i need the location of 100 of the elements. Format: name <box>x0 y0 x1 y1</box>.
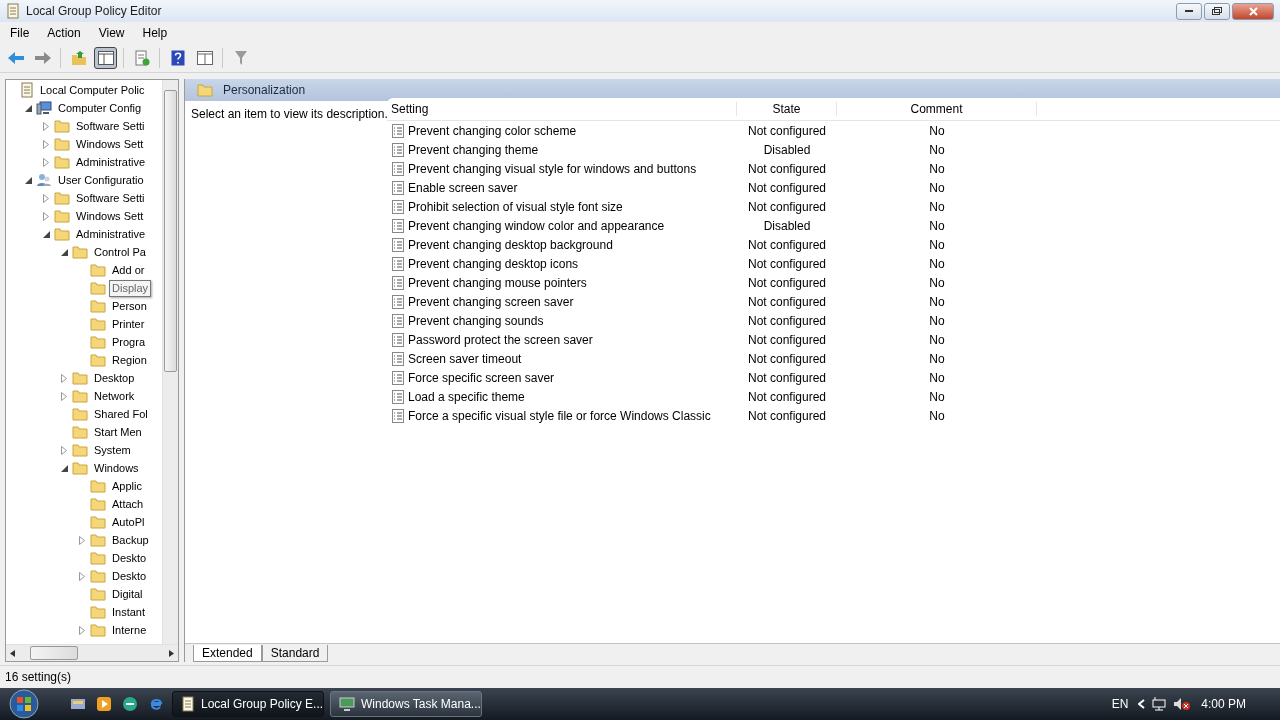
view-tab[interactable]: Extended <box>193 645 262 662</box>
tree-item[interactable]: Software Setti <box>73 117 148 135</box>
folder-icon <box>72 389 88 403</box>
taskbar-button[interactable]: Local Group Policy E... <box>172 691 324 717</box>
folder-icon <box>72 245 88 259</box>
tree-item-tooltip[interactable]: Display <box>109 279 152 297</box>
toolbar-button[interactable] <box>94 47 117 69</box>
tree-item[interactable]: Windows Sett <box>73 135 147 153</box>
tree-item[interactable]: Start Men <box>91 423 145 441</box>
setting-icon <box>392 237 404 252</box>
scroll-right-icon[interactable] <box>169 649 174 657</box>
tree-item[interactable]: Administrative <box>73 225 149 243</box>
menu-item[interactable]: File <box>4 26 36 40</box>
media-player-button[interactable] <box>94 694 114 714</box>
tree-item[interactable]: Printer <box>109 315 148 333</box>
view-icon <box>196 51 213 65</box>
tree-item[interactable]: Network <box>91 387 138 405</box>
tree-item[interactable]: Shared Fol <box>91 405 151 423</box>
setting-icon <box>392 123 404 138</box>
comment-cell-text: No <box>928 199 946 214</box>
collapsed-arrow-icon[interactable] <box>61 445 67 455</box>
tree-item[interactable]: Progra <box>109 333 149 351</box>
forward-arrow-icon <box>33 51 52 65</box>
vertical-scrollbar[interactable] <box>162 80 178 644</box>
column-header[interactable]: State <box>737 102 837 116</box>
state-cell-text: Not configured <box>746 199 827 214</box>
column-header[interactable]: Comment <box>837 102 1037 116</box>
state-cell-text: Not configured <box>746 313 827 328</box>
column-header[interactable]: Setting <box>387 102 737 116</box>
tree-item[interactable]: Digital <box>109 585 146 603</box>
tree-item[interactable]: Deskto <box>109 567 150 585</box>
tree-item[interactable]: Interne <box>109 621 150 639</box>
switch-windows-button[interactable] <box>120 694 140 714</box>
minimize-button[interactable] <box>1176 2 1202 20</box>
setting-name: Prevent changing color scheme <box>408 123 577 138</box>
scroll-icon <box>181 696 195 712</box>
clock[interactable]: 4:00 PM <box>1201 697 1246 711</box>
tree-item[interactable]: Local Computer Polic <box>37 81 148 99</box>
tree-item[interactable]: Desktop <box>91 369 138 387</box>
collapsed-arrow-icon[interactable] <box>43 139 49 149</box>
description-text: Select an item to view its description. <box>191 107 388 121</box>
taskbar-button[interactable]: Windows Task Mana... <box>330 691 482 717</box>
folder-icon <box>90 299 106 313</box>
language-indicator[interactable]: EN <box>1111 697 1129 711</box>
chevron-icon[interactable] <box>1138 699 1146 709</box>
expanded-arrow-icon[interactable] <box>60 248 68 256</box>
expanded-arrow-icon[interactable] <box>60 464 68 472</box>
menu-item[interactable]: View <box>92 26 131 40</box>
folder-icon <box>72 407 88 421</box>
tree-item[interactable]: Deskto <box>109 549 150 567</box>
circle-icon <box>122 696 138 712</box>
tree-item[interactable]: Add or <box>109 261 148 279</box>
collapsed-arrow-icon[interactable] <box>79 571 85 581</box>
tree-item[interactable]: Applic <box>109 477 145 495</box>
setting-name: Prevent changing desktop background <box>408 237 613 252</box>
collapsed-arrow-icon[interactable] <box>43 121 49 131</box>
minimize-icon <box>1185 10 1193 12</box>
restore-button[interactable] <box>1204 2 1230 20</box>
menu-item[interactable]: Action <box>41 26 87 40</box>
tree-item[interactable]: System <box>91 441 134 459</box>
tree-item[interactable]: Attach <box>109 495 147 513</box>
collapsed-arrow-icon[interactable] <box>43 157 49 167</box>
setting-name: Force specific screen saver <box>408 370 555 385</box>
setting-name: Prevent changing visual style for windows and buttons <box>408 161 697 176</box>
collapsed-arrow-icon[interactable] <box>43 211 49 221</box>
collapsed-arrow-icon[interactable] <box>79 625 85 635</box>
horizontal-scrollbar[interactable] <box>6 644 178 661</box>
tree-item[interactable]: Windows <box>91 459 142 477</box>
network-icon[interactable] <box>1151 697 1168 711</box>
muted-speaker-icon[interactable] <box>1173 697 1192 711</box>
expanded-arrow-icon[interactable] <box>42 230 50 238</box>
scroll-left-icon[interactable] <box>10 649 15 657</box>
tree-item[interactable]: Backup <box>109 531 152 549</box>
collapsed-arrow-icon[interactable] <box>61 391 67 401</box>
setting-name: Enable screen saver <box>408 180 518 195</box>
tree-item[interactable]: Person <box>109 297 150 315</box>
tree-item[interactable]: Computer Config <box>55 99 145 117</box>
expanded-arrow-icon[interactable] <box>24 176 32 184</box>
tree-item[interactable]: Instant <box>109 603 149 621</box>
collapsed-arrow-icon[interactable] <box>61 373 67 383</box>
tree-item[interactable]: Windows Sett <box>73 207 147 225</box>
folder-icon <box>54 155 70 169</box>
folder-icon <box>72 461 88 475</box>
collapsed-arrow-icon[interactable] <box>43 193 49 203</box>
collapsed-arrow-icon[interactable] <box>79 535 85 545</box>
tree-item[interactable]: User Configuratio <box>55 171 147 189</box>
tree-item[interactable]: Administrative <box>73 153 149 171</box>
state-cell-text: Disabled <box>762 142 812 157</box>
tree-item[interactable]: Software Setti <box>73 189 148 207</box>
menu-item[interactable]: Help <box>136 26 174 40</box>
setting-name: Password protect the screen saver <box>408 332 593 347</box>
tree-item[interactable]: Region <box>109 351 150 369</box>
tree-item[interactable]: AutoPl <box>109 513 148 531</box>
expanded-arrow-icon[interactable] <box>24 104 32 112</box>
status-text: 16 setting(s) <box>5 670 72 684</box>
setting-name: Force a specific visual style file or force Windows Classic <box>408 408 711 423</box>
close-button[interactable] <box>1232 2 1274 20</box>
folder-icon <box>72 425 88 439</box>
view-tab[interactable]: Standard <box>261 645 329 662</box>
tree-item[interactable]: Control Pa <box>91 243 149 261</box>
